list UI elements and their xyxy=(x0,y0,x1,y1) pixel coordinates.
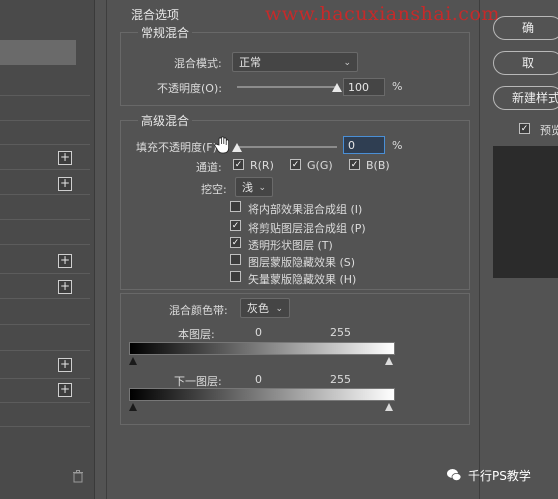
underlying-layer-black-slider[interactable] xyxy=(129,403,137,411)
blend-clipped-layers-label: 将剪贴图层混合成组 (P) xyxy=(248,222,366,235)
add-effect-plus-icon[interactable]: + xyxy=(58,358,72,372)
add-effect-plus-icon[interactable]: + xyxy=(58,383,72,397)
this-layer-min: 0 xyxy=(255,326,262,339)
channel-r-checkbox[interactable]: ✓ xyxy=(233,159,244,170)
chevron-down-icon: ⌄ xyxy=(343,58,351,68)
blend-interior-effects-label: 将内部效果混合成组 (I) xyxy=(248,203,363,216)
add-effect-plus-icon[interactable]: + xyxy=(58,280,72,294)
preview-label: 预览 xyxy=(540,124,558,137)
styles-list-divider xyxy=(0,324,90,325)
hand-cursor-icon xyxy=(214,136,230,157)
cancel-button[interactable]: 取 xyxy=(493,51,558,75)
opacity-label: 不透明度(O): xyxy=(157,82,222,95)
add-effect-plus-icon[interactable]: + xyxy=(58,151,72,165)
transparency-shapes-layer-label: 透明形状图层 (T) xyxy=(248,239,333,252)
wechat-icon xyxy=(446,467,462,483)
channel-b-label: B(B) xyxy=(366,159,390,172)
channels-label: 通道: xyxy=(196,161,222,174)
blend-clipped-layers-checkbox[interactable]: ✓ xyxy=(230,220,241,231)
trash-icon[interactable] xyxy=(72,470,84,487)
credit-text: 千行PS教学 xyxy=(468,469,531,483)
styles-list-divider xyxy=(0,169,90,170)
styles-list-divider xyxy=(0,194,90,195)
add-effect-plus-icon[interactable]: + xyxy=(58,177,72,191)
opacity-slider-thumb[interactable] xyxy=(332,83,342,92)
channel-b-checkbox[interactable]: ✓ xyxy=(349,159,360,170)
vector-mask-hides-effects-checkbox[interactable] xyxy=(230,271,241,282)
styles-list-selected-item[interactable] xyxy=(0,40,76,65)
underlying-layer-min: 0 xyxy=(255,373,262,386)
this-layer-gradient-bar xyxy=(129,342,395,355)
styles-list-divider xyxy=(0,219,90,220)
styles-list-divider xyxy=(0,144,90,145)
underlying-layer-white-slider[interactable] xyxy=(385,403,393,411)
blend-if-dropdown[interactable]: 灰色 ⌄ xyxy=(240,298,290,318)
ok-button[interactable]: 确 xyxy=(493,16,558,40)
chevron-down-icon: ⌄ xyxy=(275,304,283,314)
preview-checkbox[interactable]: ✓ xyxy=(519,123,530,134)
style-preview-swatch xyxy=(493,146,558,278)
general-blending-legend: 常规混合 xyxy=(138,24,193,41)
knockout-label: 挖空: xyxy=(201,183,227,196)
blend-if-label: 混合颜色带: xyxy=(169,304,228,317)
underlying-layer-max: 255 xyxy=(330,373,351,386)
styles-list-divider xyxy=(0,402,90,403)
styles-list-divider xyxy=(0,298,90,299)
transparency-shapes-layer-checkbox[interactable]: ✓ xyxy=(230,237,241,248)
blend-interior-effects-checkbox[interactable] xyxy=(230,201,241,212)
this-layer-label: 本图层: xyxy=(178,328,215,341)
knockout-dropdown[interactable]: 浅 ⌄ xyxy=(235,177,273,197)
blend-mode-label: 混合模式: xyxy=(174,57,222,70)
fill-opacity-percent-sign: % xyxy=(392,139,403,152)
opacity-slider-track[interactable] xyxy=(237,86,337,88)
vector-mask-hides-effects-label: 矢量蒙版隐藏效果 (H) xyxy=(248,273,357,286)
styles-list-divider xyxy=(0,95,90,96)
styles-list-divider xyxy=(0,273,90,274)
fill-opacity-slider-track[interactable] xyxy=(237,146,337,148)
fill-opacity-slider-thumb[interactable] xyxy=(232,143,242,152)
page-title: 混合选项 xyxy=(131,8,180,22)
blend-mode-value: 正常 xyxy=(239,56,261,69)
layer-mask-hides-effects-label: 图层蒙版隐藏效果 (S) xyxy=(248,256,356,269)
styles-list-divider xyxy=(0,120,90,121)
channel-r-label: R(R) xyxy=(250,159,274,172)
blend-mode-dropdown[interactable]: 正常 ⌄ xyxy=(232,52,358,72)
styles-list-divider xyxy=(0,426,90,427)
this-layer-black-slider[interactable] xyxy=(129,357,137,365)
styles-list-panel xyxy=(0,0,95,499)
this-layer-white-slider[interactable] xyxy=(385,357,393,365)
underlying-layer-gradient-bar xyxy=(129,388,395,401)
styles-list-divider xyxy=(0,350,90,351)
knockout-value: 浅 xyxy=(242,181,253,194)
advanced-blending-legend: 高级混合 xyxy=(138,112,193,129)
blend-if-value: 灰色 xyxy=(247,302,269,315)
new-style-button[interactable]: 新建样式 xyxy=(493,86,558,110)
channel-g-checkbox[interactable]: ✓ xyxy=(290,159,301,170)
styles-list-divider xyxy=(0,244,90,245)
styles-list-divider xyxy=(0,378,90,379)
layer-mask-hides-effects-checkbox[interactable] xyxy=(230,254,241,265)
channel-g-label: G(G) xyxy=(307,159,333,172)
opacity-percent-sign: % xyxy=(392,80,403,93)
add-effect-plus-icon[interactable]: + xyxy=(58,254,72,268)
this-layer-max: 255 xyxy=(330,326,351,339)
underlying-layer-label: 下一图层: xyxy=(174,375,222,388)
fill-opacity-input[interactable]: 0 xyxy=(343,136,385,154)
watermark-text: www.hacuxianshai.com xyxy=(265,3,500,25)
fill-opacity-label: 填充不透明度(F): xyxy=(136,141,221,154)
opacity-input[interactable]: 100 xyxy=(343,78,385,96)
chevron-down-icon: ⌄ xyxy=(258,183,266,193)
